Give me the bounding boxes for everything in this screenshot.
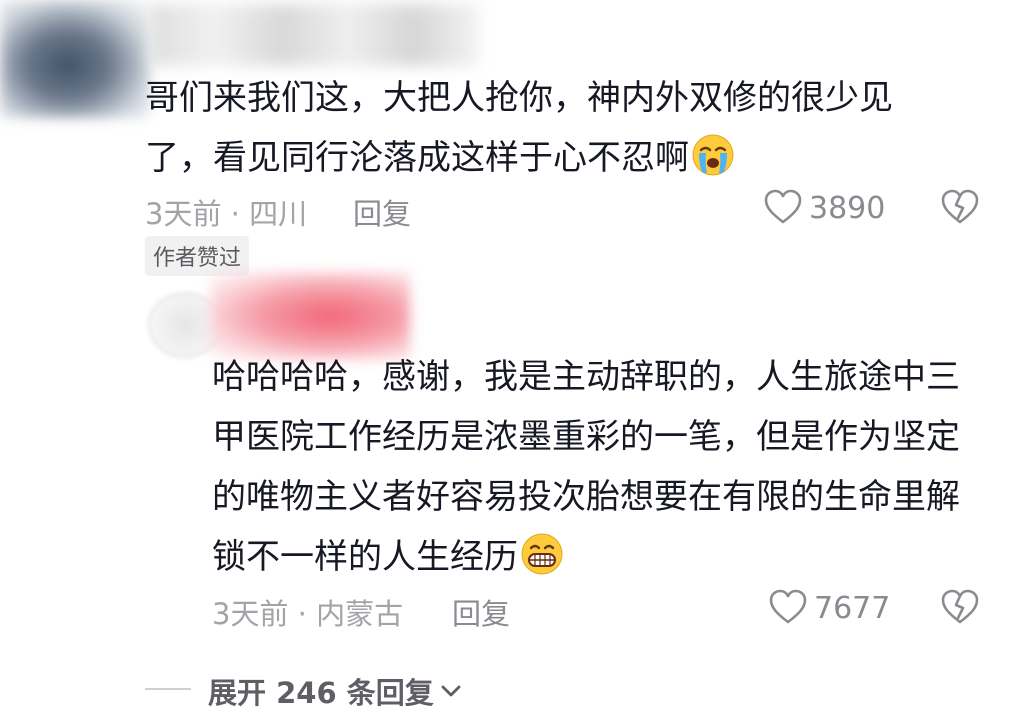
comment-time-location: 3天前 · 内蒙古 [212, 597, 404, 631]
expand-divider [145, 688, 191, 690]
heart-icon [764, 189, 802, 224]
heart-icon [769, 589, 807, 624]
reply-button[interactable]: 回复 [452, 591, 510, 633]
like-button[interactable] [768, 588, 808, 630]
like-count: 7677 [814, 591, 891, 626]
expand-replies-label: 展开 246 条回复 [208, 676, 434, 710]
like-count: 3890 [809, 191, 886, 226]
loudly-crying-face-icon [692, 134, 734, 176]
username[interactable] [150, 4, 480, 66]
comment-line: 的唯物主义者好容易投次胎想要在有限的生命里解 [212, 477, 960, 517]
chevron-down-icon [441, 685, 461, 697]
broken-heart-icon [941, 189, 979, 224]
comment-line: 哥们来我们这，大把人抢你，神内外双修的很少见 [145, 78, 893, 118]
dislike-button[interactable] [940, 588, 980, 630]
expand-replies-button[interactable]: 展开 246 条回复 [208, 670, 464, 712]
comment-time-location: 3天前 · 四川 [145, 197, 308, 231]
comment-text: 哥们来我们这，大把人抢你，神内外双修的很少见 了，看见同行沦落成这样于心不忍啊 [145, 68, 893, 188]
like-button[interactable] [763, 188, 803, 230]
broken-heart-icon [941, 589, 979, 624]
comment-line: 哈哈哈哈，感谢，我是主动辞职的，人生旅途中三 [212, 357, 960, 397]
reply-text: 哈哈哈哈，感谢，我是主动辞职的，人生旅途中三 甲医院工作经历是浓墨重彩的一笔，但… [212, 347, 960, 587]
comment-line: 了，看见同行沦落成这样于心不忍啊 [145, 128, 893, 188]
avatar[interactable] [0, 0, 150, 118]
author-liked-badge: 作者赞过 [145, 236, 250, 276]
reply-button[interactable]: 回复 [353, 191, 411, 233]
dislike-button[interactable] [940, 188, 980, 230]
comment-line: 甲医院工作经历是浓墨重彩的一笔，但是作为坚定 [212, 417, 960, 457]
comment-line: 锁不一样的人生经历 [212, 527, 960, 587]
grinning-face-icon [521, 533, 563, 575]
